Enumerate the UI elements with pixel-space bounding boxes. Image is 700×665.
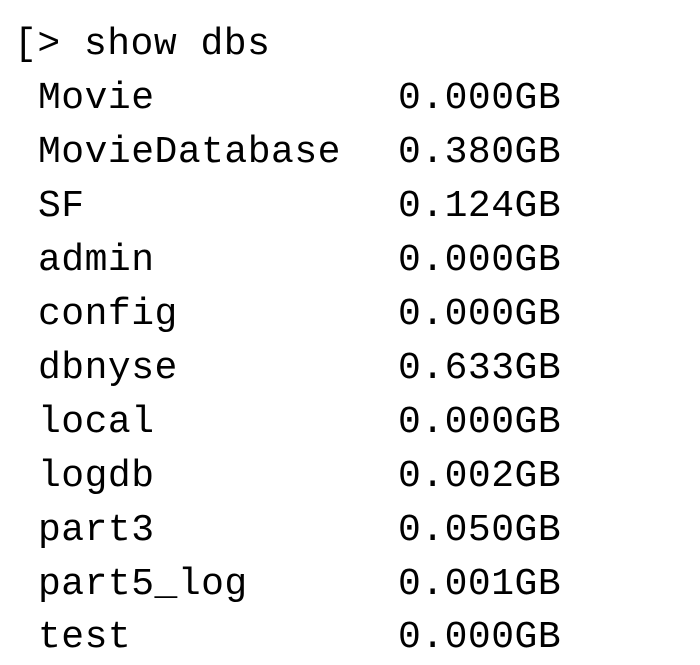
database-row: dbnyse0.633GB [14, 342, 692, 396]
prompt-chevron-icon: > [37, 23, 60, 66]
database-name: test [38, 611, 398, 665]
database-row: part5_log0.001GB [14, 558, 692, 612]
database-row: logdb0.002GB [14, 450, 692, 504]
database-name: local [38, 396, 398, 450]
database-name: part3 [38, 504, 398, 558]
database-row: config0.000GB [14, 288, 692, 342]
database-row: admin0.000GB [14, 234, 692, 288]
database-name: config [38, 288, 398, 342]
database-name: Movie [38, 72, 398, 126]
database-name: SF [38, 180, 398, 234]
database-size: 0.002GB [398, 455, 561, 498]
database-row: test0.000GB [14, 611, 692, 665]
database-size: 0.050GB [398, 509, 561, 552]
database-name: admin [38, 234, 398, 288]
database-size: 0.000GB [398, 401, 561, 444]
database-size: 0.000GB [398, 239, 561, 282]
database-name: MovieDatabase [38, 126, 398, 180]
database-name: part5_log [38, 558, 398, 612]
database-name: dbnyse [38, 342, 398, 396]
database-name: logdb [38, 450, 398, 504]
database-list: Movie0.000GBMovieDatabase0.380GBSF0.124G… [14, 72, 692, 665]
database-size: 0.000GB [398, 77, 561, 120]
database-row: SF0.124GB [14, 180, 692, 234]
database-size: 0.000GB [398, 616, 561, 659]
database-size: 0.001GB [398, 563, 561, 606]
prompt-bracket: [ [14, 23, 37, 66]
database-row: Movie0.000GB [14, 72, 692, 126]
prompt-line[interactable]: [> show dbs [14, 18, 692, 72]
database-size: 0.380GB [398, 131, 561, 174]
database-size: 0.000GB [398, 293, 561, 336]
database-row: local0.000GB [14, 396, 692, 450]
prompt-command: show dbs [84, 23, 270, 66]
database-size: 0.633GB [398, 347, 561, 390]
database-row: part30.050GB [14, 504, 692, 558]
database-size: 0.124GB [398, 185, 561, 228]
database-row: MovieDatabase0.380GB [14, 126, 692, 180]
